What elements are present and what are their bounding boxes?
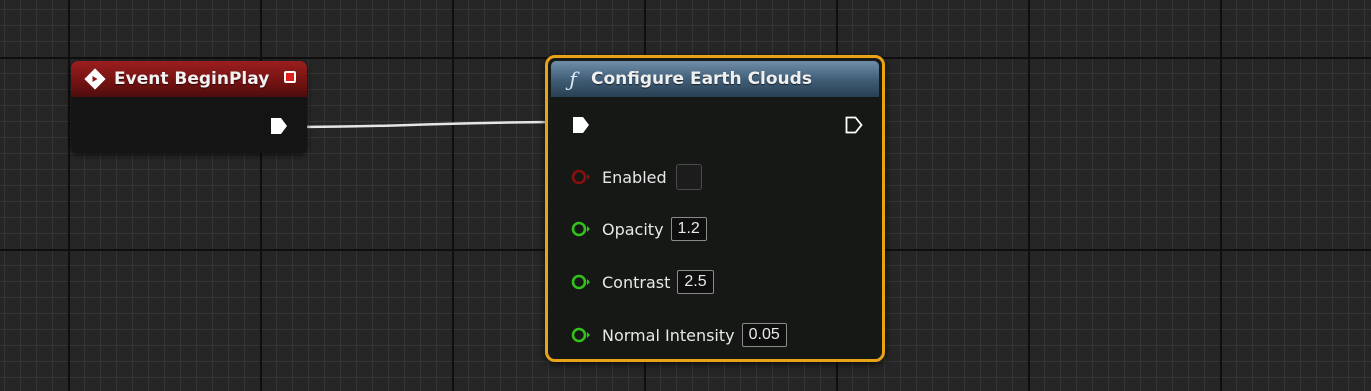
function-node-title: Configure Earth Clouds [591,69,812,89]
param-row-enabled: Enabled [571,163,702,191]
event-beginplay-node[interactable]: Event BeginPlay [71,61,307,153]
param-row-contrast: Contrast 2.5 [571,268,714,296]
param-row-normal-intensity: Normal Intensity 0.05 [571,321,787,349]
event-diamond-icon [83,67,107,91]
configure-earth-clouds-node[interactable]: ƒ Configure Earth Clouds Enabled Opacity… [545,55,885,362]
delegate-pin[interactable] [284,71,296,83]
boolean-input-pin[interactable] [571,169,595,185]
exec-output-pin[interactable] [269,116,289,136]
param-label-normal-intensity: Normal Intensity [602,325,735,345]
param-label-contrast: Contrast [602,272,671,292]
function-node-header[interactable]: ƒ Configure Earth Clouds [551,61,879,97]
function-node-body: Enabled Opacity 1.2 Contrast 2.5 Normal … [551,97,879,359]
exec-input-pin[interactable] [571,115,591,135]
param-row-opacity: Opacity 1.2 [571,215,707,243]
event-node-title: Event BeginPlay [114,69,270,89]
param-label-enabled: Enabled [602,167,667,187]
float-input-pin[interactable] [571,327,595,343]
exec-output-pin[interactable] [844,115,864,135]
function-icon: ƒ [569,67,577,91]
opacity-value-input[interactable]: 1.2 [670,217,707,241]
normal-intensity-value-input[interactable]: 0.05 [741,323,787,347]
contrast-value-input[interactable]: 2.5 [677,270,714,294]
enabled-checkbox[interactable] [675,164,702,190]
param-label-opacity: Opacity [602,219,664,239]
float-input-pin[interactable] [571,274,595,290]
float-input-pin[interactable] [571,221,595,237]
event-node-header[interactable]: Event BeginPlay [71,61,307,97]
blueprint-graph-canvas[interactable]: Event BeginPlay ƒ Configure Earth Clouds [0,0,1371,391]
